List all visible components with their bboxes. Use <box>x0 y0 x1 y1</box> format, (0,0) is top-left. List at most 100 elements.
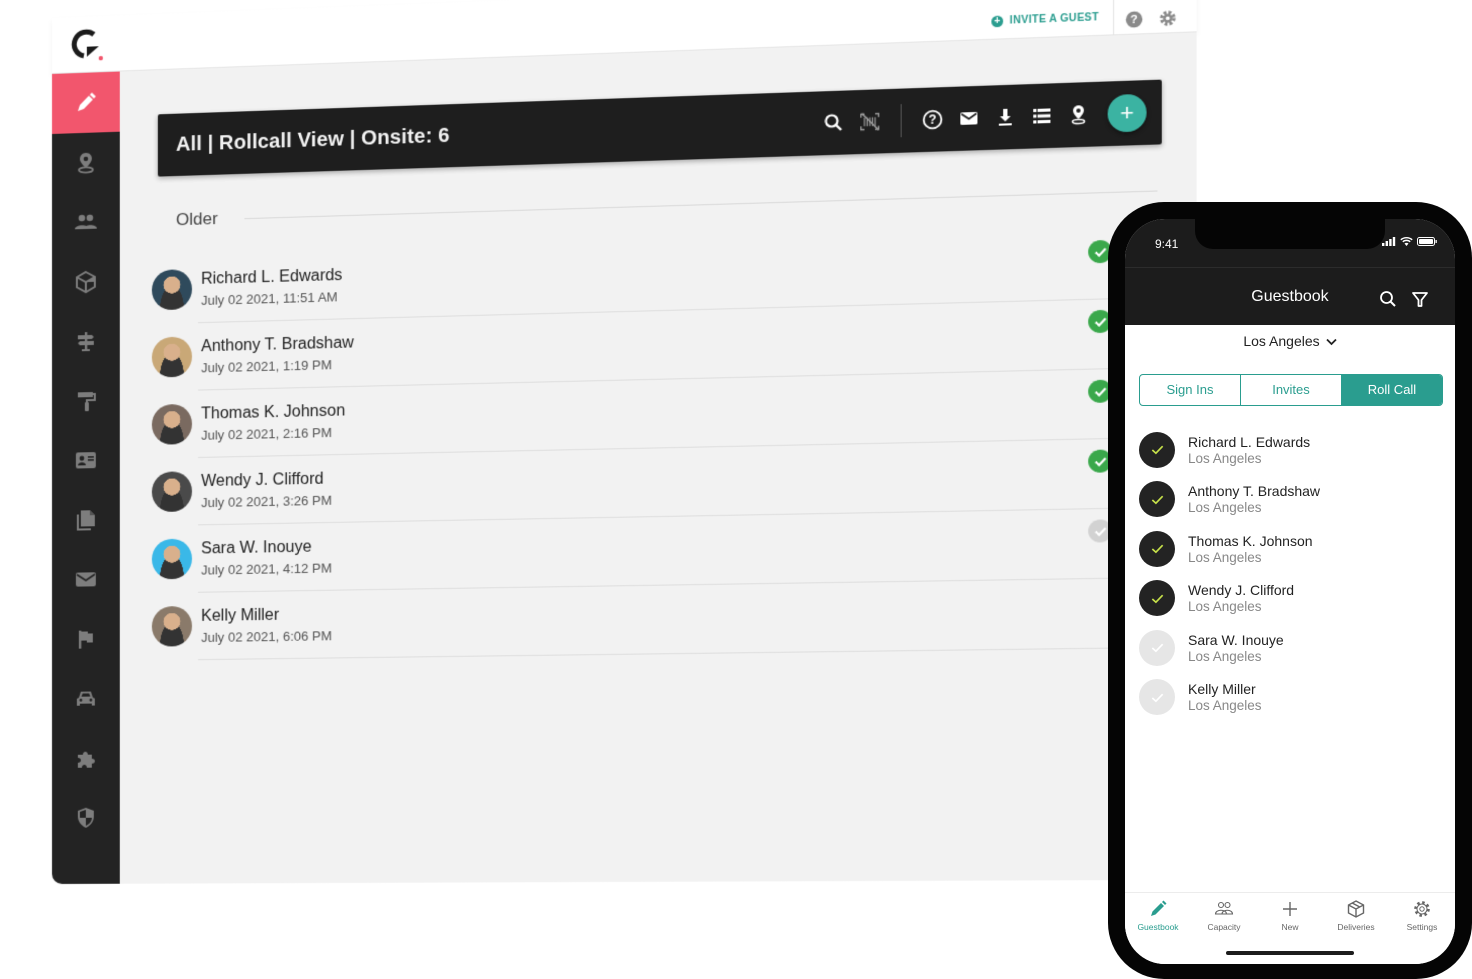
barcode-off-icon <box>859 111 880 132</box>
guest-name: Sara W. Inouye <box>201 537 312 558</box>
toolbar-divider <box>900 104 902 138</box>
sidebar-item-security[interactable] <box>52 788 120 848</box>
list-item[interactable]: Sara W. Inouye Los Angeles <box>1139 623 1443 673</box>
guest-row[interactable]: Kelly Miller July 02 2021, 6:06 PM <box>151 578 1160 661</box>
list-item[interactable]: Anthony T. Bradshaw Los Angeles <box>1139 475 1443 525</box>
person-name: Wendy J. Clifford <box>1188 582 1295 599</box>
filter-icon[interactable] <box>1411 290 1429 308</box>
avatar <box>151 403 193 445</box>
download-button[interactable] <box>987 99 1023 136</box>
tab-guestbook[interactable]: Guestbook <box>1125 899 1191 964</box>
section-older: Older <box>176 180 1158 230</box>
app-bar: Guestbook <box>1125 267 1455 325</box>
search-icon <box>823 112 844 133</box>
sidebar-item-wayfinding[interactable] <box>52 311 120 372</box>
tab-sign-ins[interactable]: Sign Ins <box>1140 375 1241 405</box>
app-title: Guestbook <box>1251 288 1329 305</box>
guest-list: Richard L. Edwards July 02 2021, 11:51 A… <box>151 228 1160 661</box>
signpost-icon <box>77 331 94 352</box>
section-label: Older <box>175 208 218 230</box>
checkin-toggle-icon[interactable] <box>1139 431 1175 468</box>
location-selector[interactable]: Los Angeles <box>1125 333 1455 349</box>
battery-icon <box>1417 237 1437 246</box>
tab-invites[interactable]: Invites <box>1241 375 1342 405</box>
sidebar-item-parking[interactable] <box>52 669 120 729</box>
sidebar-item-locations[interactable] <box>52 132 120 194</box>
plus-icon <box>1283 902 1297 916</box>
sidebar <box>52 71 120 885</box>
sidebar-item-deliveries[interactable] <box>52 251 120 312</box>
checkin-toggle-icon[interactable] <box>1139 580 1175 617</box>
person-location: Los Angeles <box>1188 599 1262 615</box>
checkin-toggle-icon[interactable] <box>1139 481 1175 518</box>
guest-timestamp: July 02 2021, 6:06 PM <box>201 627 332 645</box>
search-button[interactable] <box>816 105 852 141</box>
shield-icon <box>77 807 94 829</box>
avatar <box>151 269 193 311</box>
marketing-composite: + INVITE A GUEST ? All | Rollcall View |… <box>0 0 1472 979</box>
pen-icon <box>77 92 96 111</box>
sidebar-item-guestbook[interactable] <box>52 71 120 134</box>
gear-icon[interactable] <box>1159 9 1177 27</box>
view-segmented-control: Sign Ins Invites Roll Call <box>1139 374 1443 406</box>
list-item[interactable]: Thomas K. Johnson Los Angeles <box>1139 524 1443 574</box>
person-location: Los Angeles <box>1188 500 1262 516</box>
guest-name: Thomas K. Johnson <box>201 401 346 423</box>
download-icon <box>998 108 1012 126</box>
sidebar-item-branding[interactable] <box>52 370 120 431</box>
help-circle-icon[interactable]: ? <box>1125 10 1143 28</box>
list-view-button[interactable] <box>1024 98 1061 135</box>
guest-name: Anthony T. Bradshaw <box>201 333 354 355</box>
status-bar: 9:41 <box>1125 219 1455 267</box>
sidebar-item-people[interactable] <box>52 191 120 253</box>
list-item[interactable]: Wendy J. Clifford Los Angeles <box>1139 574 1443 624</box>
checkin-toggle-icon[interactable] <box>1139 530 1175 567</box>
person-name: Thomas K. Johnson <box>1188 532 1313 549</box>
sidebar-item-badges[interactable] <box>52 430 120 491</box>
invite-guest-label: INVITE A GUEST <box>1009 11 1099 27</box>
flag-icon <box>78 629 93 648</box>
avatar <box>151 605 193 647</box>
email-button[interactable] <box>951 100 987 136</box>
tab-roll-call[interactable]: Roll Call <box>1342 375 1442 405</box>
map-pin-icon <box>77 152 94 173</box>
home-indicator <box>1226 951 1354 955</box>
guest-timestamp: July 02 2021, 2:16 PM <box>201 424 332 443</box>
location-button[interactable] <box>1060 96 1097 133</box>
person-location: Los Angeles <box>1188 648 1262 664</box>
sidebar-item-documents[interactable] <box>52 490 120 551</box>
guest-name: Wendy J. Clifford <box>201 470 324 490</box>
location-label: Los Angeles <box>1243 333 1320 349</box>
list-item[interactable]: Kelly Miller Los Angeles <box>1139 673 1443 723</box>
sidebar-item-emergency[interactable] <box>52 609 120 669</box>
phone-mockup: 9:41 Guestbook Los Angeles Sign Ins Invi… <box>1108 202 1472 979</box>
tab-label: Deliveries <box>1337 922 1375 932</box>
list-item[interactable]: Richard L. Edwards Los Angeles <box>1139 425 1443 475</box>
help-button[interactable]: ? <box>914 101 950 137</box>
add-guest-fab[interactable]: + <box>1107 93 1147 133</box>
guest-timestamp: July 02 2021, 11:51 AM <box>201 288 338 308</box>
map-pin-icon <box>1068 105 1090 126</box>
tab-label: Guestbook <box>1137 922 1179 932</box>
documents-icon <box>76 509 95 530</box>
scan-barcode-button[interactable] <box>852 104 888 140</box>
avatar <box>151 471 193 513</box>
sidebar-item-integrations[interactable] <box>52 728 120 788</box>
box-icon <box>1347 900 1365 918</box>
checkin-toggle-icon[interactable] <box>1139 629 1175 666</box>
tab-label: Settings <box>1406 922 1438 932</box>
checkin-toggle-icon[interactable] <box>1139 679 1175 716</box>
invite-guest-button[interactable]: + INVITE A GUEST <box>991 11 1099 28</box>
avatar <box>151 336 193 378</box>
gear-icon <box>1414 901 1430 917</box>
id-card-icon <box>75 451 96 469</box>
sidebar-item-messages[interactable] <box>52 549 120 610</box>
person-name: Richard L. Edwards <box>1188 433 1311 450</box>
pen-icon <box>1151 900 1167 916</box>
guest-name: Richard L. Edwards <box>201 266 343 288</box>
tab-settings[interactable]: Settings <box>1389 899 1455 964</box>
person-location: Los Angeles <box>1188 698 1262 714</box>
desktop-app-mockup: + INVITE A GUEST ? All | Rollcall View |… <box>52 0 1197 888</box>
car-icon <box>76 691 95 706</box>
search-icon[interactable] <box>1379 290 1397 308</box>
